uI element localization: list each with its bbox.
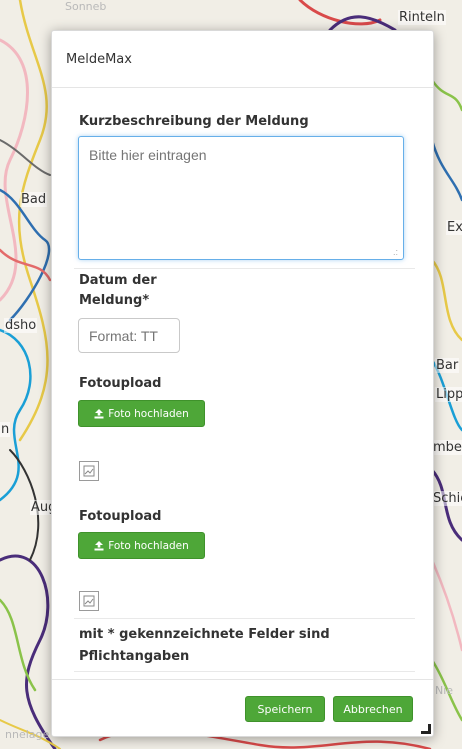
map-label: Bad — [20, 192, 48, 207]
map-label: Sonneb — [65, 0, 107, 13]
map-label: Nie — [435, 684, 454, 697]
divider — [74, 618, 415, 619]
map-label: Lipp — [435, 387, 462, 402]
date-input[interactable] — [78, 318, 180, 353]
meldemax-dialog: MeldeMax Kurzbeschreibung der Meldung .:… — [51, 30, 434, 737]
date-label-line2: Meldung* — [79, 293, 150, 308]
photo-upload-label-1: Fotoupload — [79, 376, 162, 391]
upload-icon — [94, 540, 104, 550]
photo-upload-label-2: Fotoupload — [79, 509, 162, 524]
required-fields-note: mit * gekennzeichnete Felder sind Pflich… — [79, 627, 330, 664]
short-description-input[interactable] — [78, 136, 404, 260]
photo-upload-button-label: Foto hochladen — [108, 539, 189, 552]
photo-upload-button-label: Foto hochladen — [108, 407, 189, 420]
map-label: mber — [432, 440, 462, 455]
save-button[interactable]: Speichern — [245, 696, 325, 722]
short-description-label: Kurzbeschreibung der Meldung — [79, 114, 309, 129]
dialog-footer: Speichern Abbrechen — [52, 679, 433, 736]
map-label: Ex — [446, 220, 462, 235]
cancel-button[interactable]: Abbrechen — [333, 696, 413, 722]
dialog-header: MeldeMax — [52, 31, 433, 88]
date-label-line1: Datum der — [79, 273, 157, 288]
divider — [74, 671, 415, 672]
dialog-title: MeldeMax — [66, 51, 132, 67]
resize-handle-icon[interactable] — [421, 724, 431, 734]
map-label: n — [0, 422, 11, 437]
upload-icon — [94, 408, 104, 418]
map-label: dsho — [4, 318, 38, 333]
divider — [74, 268, 415, 269]
photo-upload-button-2[interactable]: Foto hochladen — [78, 532, 205, 559]
map-label: Rinteln — [398, 10, 446, 25]
map-label: Schie — [432, 491, 462, 506]
broken-image-icon — [79, 591, 99, 611]
dialog-body: Kurzbeschreibung der Meldung .: Datum de… — [52, 88, 433, 679]
map-label: Bar — [435, 358, 460, 373]
resize-grip-icon[interactable]: .: — [393, 248, 398, 257]
broken-image-icon — [79, 461, 99, 481]
map-label: nnelage — [5, 728, 50, 741]
photo-upload-button-1[interactable]: Foto hochladen — [78, 400, 205, 427]
